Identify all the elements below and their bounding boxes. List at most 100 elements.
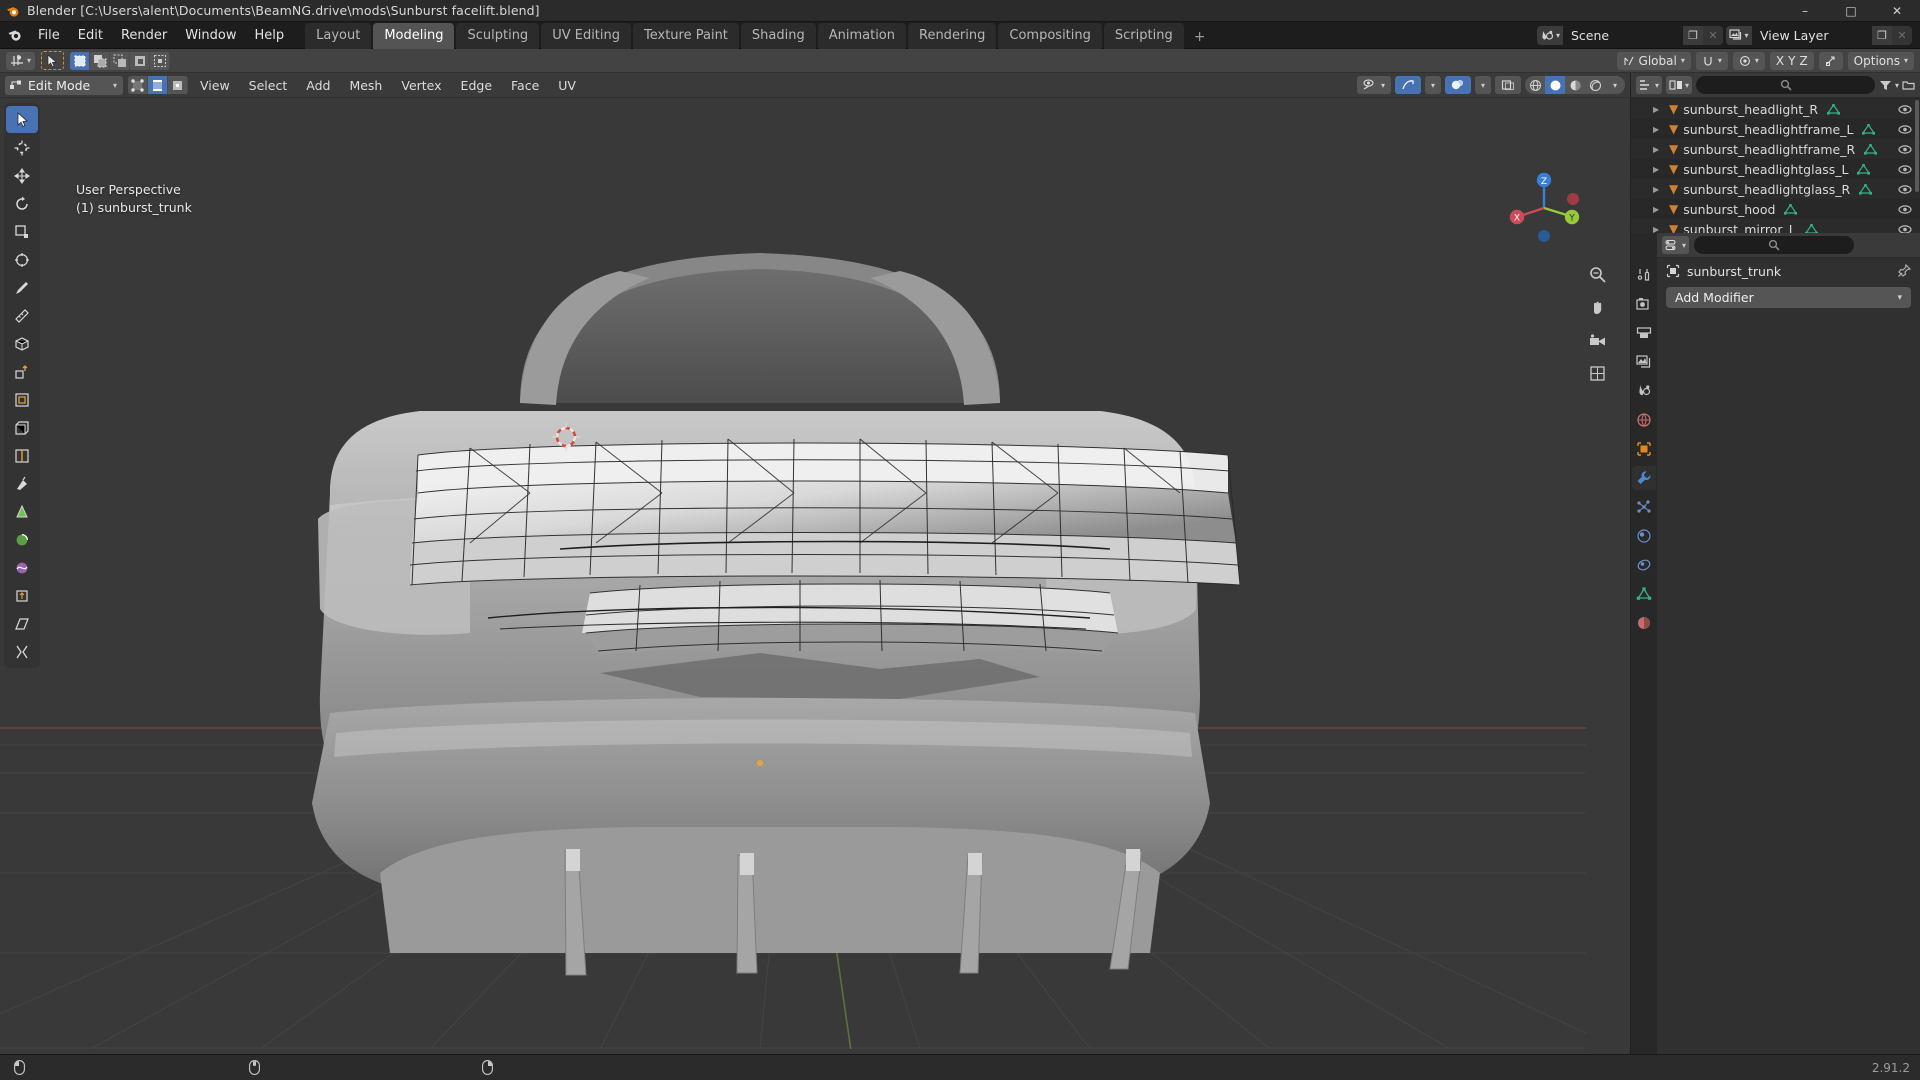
smooth-tool-icon[interactable]: [6, 554, 38, 581]
rip-region-tool-icon[interactable]: [6, 638, 38, 665]
overlays-toggle[interactable]: [1444, 76, 1471, 94]
list-item[interactable]: ▶ ▼ sunburst_headlightglass_L: [1631, 159, 1920, 179]
expand-triangle-icon[interactable]: ▶: [1653, 185, 1664, 194]
new-view-layer-button[interactable]: ❐: [1872, 25, 1892, 45]
shear-tool-icon[interactable]: [6, 610, 38, 637]
list-item[interactable]: ▶ ▼ sunburst_hood: [1631, 199, 1920, 219]
visibility-dropdown[interactable]: ▾: [1356, 76, 1391, 94]
axis-y-label[interactable]: Y: [1788, 54, 1795, 68]
outliner-scrollbar[interactable]: [1915, 100, 1919, 192]
pan-hand-icon[interactable]: [1586, 296, 1608, 318]
new-collection-icon[interactable]: [1902, 79, 1915, 91]
list-item[interactable]: ▶ ▼ sunburst_headlightframe_L: [1631, 119, 1920, 139]
expand-triangle-icon[interactable]: ▶: [1653, 205, 1664, 214]
rotate-tool-icon[interactable]: [6, 190, 38, 217]
viewport-menu-edge[interactable]: Edge: [454, 76, 499, 95]
tab-particles[interactable]: [1632, 495, 1656, 519]
workspace-tab-uv-editing[interactable]: UV Editing: [541, 22, 632, 49]
blender-menu-icon[interactable]: [4, 25, 26, 45]
camera-view-icon[interactable]: [1586, 329, 1608, 351]
tab-scene[interactable]: [1632, 379, 1656, 403]
visibility-eye-icon[interactable]: [1898, 104, 1912, 115]
tab-modifier[interactable]: [1632, 466, 1656, 490]
workspace-tab-scripting[interactable]: Scripting: [1103, 22, 1184, 49]
tab-render[interactable]: [1632, 292, 1656, 316]
viewport-menu-vertex[interactable]: Vertex: [394, 76, 448, 95]
transform-tool-icon[interactable]: [6, 246, 38, 273]
visibility-eye-icon[interactable]: [1898, 164, 1912, 175]
list-item[interactable]: ▶ ▼ sunburst_headlightglass_R: [1631, 179, 1920, 199]
workspace-tab-texture-paint[interactable]: Texture Paint: [633, 22, 739, 49]
tab-constraints[interactable]: [1632, 553, 1656, 577]
tab-tool[interactable]: [1632, 263, 1656, 287]
workspace-tab-layout[interactable]: Layout: [305, 22, 372, 49]
viewport-canvas[interactable]: [0, 73, 1586, 1049]
tab-world[interactable]: [1632, 408, 1656, 432]
shrink-fatten-tool-icon[interactable]: [6, 582, 38, 609]
viewport-menu-select[interactable]: Select: [242, 76, 295, 95]
tweak-tool-icon[interactable]: [6, 106, 38, 133]
add-workspace-button[interactable]: +: [1186, 25, 1214, 49]
axis-x-label[interactable]: X: [1776, 54, 1784, 68]
viewport-menu-uv[interactable]: UV: [551, 76, 583, 95]
scene-icon[interactable]: ▾: [1537, 25, 1563, 45]
menu-file[interactable]: File: [29, 25, 69, 46]
scene-selector[interactable]: ▾ Scene ❐ ✕: [1537, 25, 1723, 45]
toggle-orthographic-icon[interactable]: [1586, 362, 1608, 384]
spin-tool-icon[interactable]: [6, 526, 38, 553]
rendered-shading-icon[interactable]: [1585, 76, 1605, 94]
xray-toggle[interactable]: [1495, 76, 1521, 94]
add-modifier-button[interactable]: Add Modifier ▾: [1666, 287, 1911, 308]
list-item[interactable]: ▶ ▼ sunburst_headlightframe_R: [1631, 139, 1920, 159]
expand-triangle-icon[interactable]: ▶: [1653, 105, 1664, 114]
outliner-tree[interactable]: ▶ ▼ sunburst_headlight_R ▶ ▼ sunburst_he…: [1631, 98, 1920, 233]
poly-build-tool-icon[interactable]: [6, 498, 38, 525]
vertex-select-icon[interactable]: [128, 76, 148, 94]
scene-name[interactable]: Scene: [1563, 25, 1683, 45]
gizmo-toggle[interactable]: [1394, 76, 1421, 94]
outliner-display-mode[interactable]: ▾: [1666, 76, 1693, 94]
new-scene-button[interactable]: ❐: [1683, 25, 1703, 45]
workspace-tab-animation[interactable]: Animation: [817, 22, 906, 49]
proportional-editing-toggle[interactable]: ▾: [1732, 51, 1765, 70]
scale-tool-icon[interactable]: [6, 218, 38, 245]
cursor-tool-icon[interactable]: [6, 134, 38, 161]
menu-edit[interactable]: Edit: [69, 25, 112, 46]
viewport-menu-mesh[interactable]: Mesh: [342, 76, 389, 95]
pin-icon[interactable]: [1897, 264, 1911, 278]
shading-dropdown[interactable]: ▾: [1605, 76, 1625, 94]
tab-physics[interactable]: [1632, 524, 1656, 548]
edge-select-icon[interactable]: [148, 76, 168, 94]
properties-editor-type-icon[interactable]: ▾: [1662, 236, 1690, 254]
view-layer-icon[interactable]: ▾: [1726, 25, 1752, 45]
outliner-search-input[interactable]: [1696, 76, 1875, 94]
correct-face-attributes-icon[interactable]: [1818, 51, 1843, 70]
visibility-eye-icon[interactable]: [1898, 124, 1912, 135]
select-new-icon[interactable]: [70, 51, 91, 70]
workspace-tab-rendering[interactable]: Rendering: [908, 22, 997, 49]
visibility-eye-icon[interactable]: [1898, 184, 1912, 195]
menu-render[interactable]: Render: [112, 25, 176, 46]
visibility-eye-icon[interactable]: [1898, 204, 1912, 215]
expand-triangle-icon[interactable]: ▶: [1653, 125, 1664, 134]
tab-output[interactable]: [1632, 321, 1656, 345]
list-item[interactable]: ▶ ▼ sunburst_headlight_R: [1631, 99, 1920, 119]
select-subtract-icon[interactable]: [110, 51, 131, 70]
3d-viewport[interactable]: Edit Mode ▾ View Select Add Mesh Vertex …: [0, 73, 1630, 1054]
mode-selector[interactable]: Edit Mode ▾: [5, 75, 123, 95]
viewport-menu-view[interactable]: View: [193, 76, 237, 95]
gizmo-dropdown[interactable]: ▾: [1424, 76, 1441, 94]
workspace-tab-compositing[interactable]: Compositing: [998, 22, 1102, 49]
wireframe-shading-icon[interactable]: [1525, 76, 1545, 94]
expand-triangle-icon[interactable]: ▶: [1653, 165, 1664, 174]
zoom-icon[interactable]: [1586, 263, 1608, 285]
solid-shading-icon[interactable]: [1545, 76, 1565, 94]
transform-orientation-selector[interactable]: Global ▾: [1616, 51, 1691, 70]
active-tool-indicator[interactable]: [41, 51, 65, 70]
material-shading-icon[interactable]: [1565, 76, 1585, 94]
outliner-editor-type-icon[interactable]: ▾: [1636, 76, 1663, 94]
list-item[interactable]: ▶ ▼ sunburst_mirror_L: [1631, 219, 1920, 233]
expand-triangle-icon[interactable]: ▶: [1653, 145, 1664, 154]
tab-object-data[interactable]: [1632, 582, 1656, 606]
properties-search-input[interactable]: [1694, 236, 1855, 254]
